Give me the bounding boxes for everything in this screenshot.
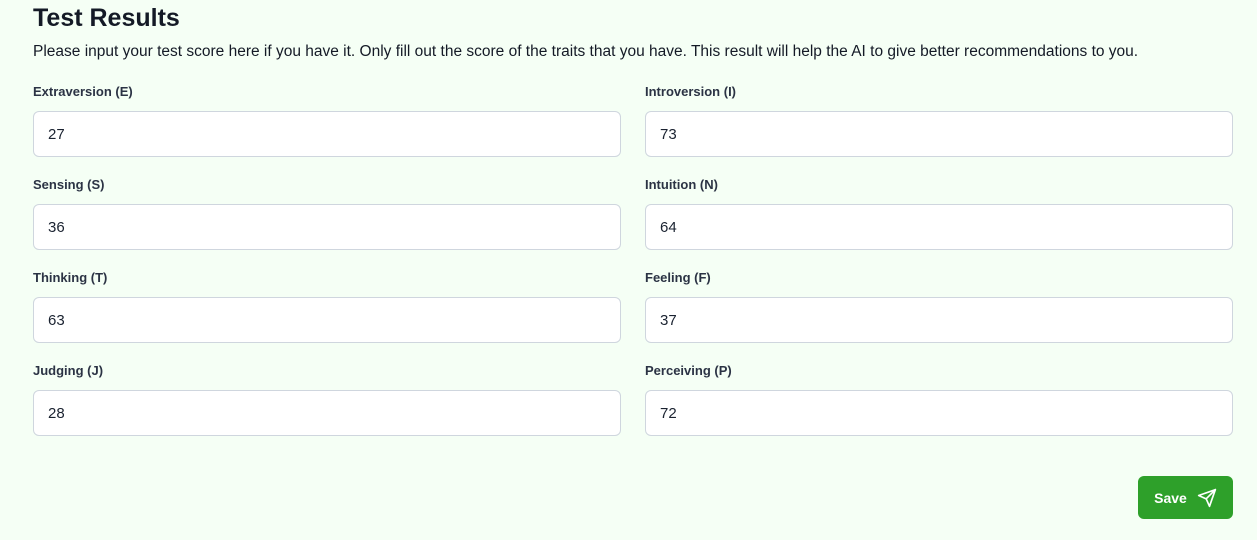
field-label: Extraversion (E): [33, 84, 133, 99]
extraversion-input[interactable]: [33, 111, 621, 157]
feeling-input[interactable]: [645, 297, 1233, 343]
field-thinking: Thinking (T): [33, 269, 621, 362]
test-results-page: Test Results Please input your test scor…: [0, 0, 1257, 540]
field-judging: Judging (J): [33, 362, 621, 455]
introversion-input[interactable]: [645, 111, 1233, 157]
field-label: Thinking (T): [33, 270, 108, 285]
field-label: Feeling (F): [645, 270, 711, 285]
save-button[interactable]: Save: [1138, 476, 1233, 519]
thinking-input[interactable]: [33, 297, 621, 343]
field-intuition: Intuition (N): [645, 176, 1233, 269]
field-sensing: Sensing (S): [33, 176, 621, 269]
trait-score-form: Extraversion (E) Introversion (I) Sensin…: [33, 83, 1233, 455]
field-perceiving: Perceiving (P): [645, 362, 1233, 455]
field-feeling: Feeling (F): [645, 269, 1233, 362]
send-icon: [1197, 488, 1217, 508]
field-label: Judging (J): [33, 363, 104, 378]
intuition-input[interactable]: [645, 204, 1233, 250]
field-extraversion: Extraversion (E): [33, 83, 621, 176]
field-label: Sensing (S): [33, 177, 105, 192]
judging-input[interactable]: [33, 390, 621, 436]
save-button-label: Save: [1154, 489, 1187, 506]
field-label: Perceiving (P): [645, 363, 732, 378]
page-title: Test Results: [33, 4, 180, 32]
perceiving-input[interactable]: [645, 390, 1233, 436]
field-introversion: Introversion (I): [645, 83, 1233, 176]
field-label: Intuition (N): [645, 177, 718, 192]
sensing-input[interactable]: [33, 204, 621, 250]
field-label: Introversion (I): [645, 84, 737, 99]
page-description: Please input your test score here if you…: [33, 43, 1139, 60]
